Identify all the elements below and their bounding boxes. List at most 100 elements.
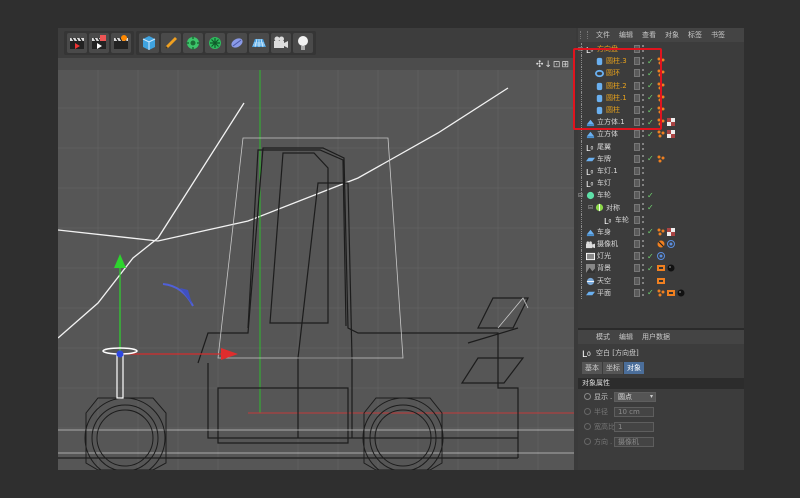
layer-toggle[interactable]	[634, 252, 640, 261]
visibility-dots[interactable]	[642, 69, 644, 77]
orange-tag-icon[interactable]	[657, 130, 665, 138]
material-tag-icon[interactable]	[657, 57, 665, 65]
material-tag-icon[interactable]	[657, 82, 665, 90]
layer-toggle[interactable]	[634, 276, 640, 285]
visibility-dots[interactable]	[642, 191, 644, 199]
layer-toggle[interactable]	[634, 142, 640, 151]
layer-toggle[interactable]	[634, 45, 640, 54]
layer-toggle[interactable]	[634, 179, 640, 188]
expand-toggle-icon[interactable]: ⊟	[578, 46, 583, 53]
visibility-dots[interactable]	[642, 105, 644, 114]
enabled-check-icon[interactable]: ✓	[647, 264, 654, 273]
floor-icon[interactable]	[249, 33, 269, 53]
enabled-check-icon[interactable]: ✓	[647, 81, 654, 90]
material-tag-icon[interactable]	[657, 69, 665, 77]
black-tag-icon[interactable]	[677, 289, 685, 297]
menu-edit[interactable]: 编辑	[619, 30, 633, 40]
layer-toggle[interactable]	[634, 81, 640, 90]
tree-row[interactable]: 摄像机	[578, 238, 744, 251]
enabled-check-icon[interactable]: ✓	[647, 227, 654, 236]
expand-toggle-icon[interactable]: ⊟	[578, 192, 583, 199]
layer-toggle[interactable]	[634, 215, 640, 224]
visibility-dots[interactable]	[642, 81, 644, 90]
layer-toggle[interactable]	[634, 227, 640, 236]
visibility-dots[interactable]	[642, 252, 644, 260]
visibility-dots[interactable]	[642, 45, 644, 53]
menu-bookmarks[interactable]: 书签	[711, 30, 725, 40]
tab-basic[interactable]: 基本	[582, 362, 602, 374]
tree-row[interactable]: 车牌 ✓	[578, 152, 744, 165]
tree-row[interactable]: 车身 ✓	[578, 225, 744, 238]
layer-toggle[interactable]	[634, 106, 640, 115]
deformer-icon[interactable]	[227, 33, 247, 53]
material-tag-icon[interactable]	[657, 106, 665, 114]
tree-row[interactable]: 立方体.1 ✓	[578, 116, 744, 129]
layer-toggle[interactable]	[634, 288, 640, 297]
enabled-check-icon[interactable]: ✓	[647, 118, 654, 127]
enabled-check-icon[interactable]: ✓	[647, 106, 654, 115]
orientation-animate-toggle[interactable]	[584, 438, 591, 445]
tree-row[interactable]: 圆柱.3 ✓	[578, 55, 744, 68]
panel-drag-handle[interactable]	[580, 31, 588, 39]
attr-menu-mode[interactable]: 模式	[596, 332, 610, 342]
layer-toggle[interactable]	[634, 240, 640, 249]
aspect-ratio-input[interactable]: 1	[614, 421, 654, 432]
tree-row[interactable]: 平面 ✓	[578, 286, 744, 299]
enabled-check-icon[interactable]: ✓	[647, 203, 654, 212]
cube-icon[interactable]	[139, 33, 159, 53]
tree-row[interactable]: 圆柱.1 ✓	[578, 91, 744, 104]
enabled-check-icon[interactable]: ✓	[647, 57, 654, 66]
visibility-dots[interactable]	[642, 240, 644, 248]
visibility-dots[interactable]	[642, 179, 644, 187]
menu-tags[interactable]: 标签	[688, 30, 702, 40]
visibility-dots[interactable]	[642, 130, 644, 138]
tree-row[interactable]: 圆柱.2 ✓	[578, 79, 744, 92]
orientation-dropdown[interactable]: 摄像机	[614, 436, 654, 447]
visibility-dots[interactable]	[642, 215, 644, 224]
layer-toggle[interactable]	[634, 57, 640, 66]
layer-toggle[interactable]	[634, 154, 640, 163]
orange-tag-icon[interactable]	[657, 155, 665, 163]
target-tag-icon[interactable]	[667, 240, 675, 248]
layer-toggle[interactable]	[634, 166, 640, 175]
tree-row[interactable]: 天空	[578, 274, 744, 287]
tree-row[interactable]: ⊟ 对称 ✓	[578, 201, 744, 214]
enabled-check-icon[interactable]: ✓	[647, 130, 654, 139]
orange-tag-icon[interactable]	[657, 228, 665, 236]
visibility-dots[interactable]	[642, 118, 644, 126]
menu-objects[interactable]: 对象	[665, 30, 679, 40]
camera-icon[interactable]	[271, 33, 291, 53]
visibility-dots[interactable]	[642, 142, 644, 151]
visibility-dots[interactable]	[642, 288, 644, 297]
render-settings-icon[interactable]	[111, 33, 131, 53]
layer-toggle[interactable]	[634, 264, 640, 273]
enabled-check-icon[interactable]: ✓	[647, 191, 654, 200]
tree-row[interactable]: L 0 车灯	[578, 177, 744, 190]
render-picture-viewer-icon[interactable]	[89, 33, 109, 53]
3d-viewport[interactable]: ✣↓⊡⊞	[58, 58, 574, 470]
tree-row[interactable]: ⊟ 车轮 ✓	[578, 189, 744, 202]
menu-file[interactable]: 文件	[596, 30, 610, 40]
tree-row[interactable]: 圆柱 ✓	[578, 103, 744, 117]
enabled-check-icon[interactable]: ✓	[647, 154, 654, 163]
tree-row[interactable]: 立方体 ✓	[578, 128, 744, 141]
visibility-dots[interactable]	[642, 93, 644, 102]
orangebox-tag-icon[interactable]	[657, 277, 665, 284]
layer-toggle[interactable]	[634, 93, 640, 102]
visibility-dots[interactable]	[642, 166, 644, 175]
expand-toggle-icon[interactable]: ⊟	[588, 204, 593, 211]
material-tag-icon[interactable]	[657, 94, 665, 102]
attr-menu-user-data[interactable]: 用户数据	[642, 332, 670, 342]
layer-toggle[interactable]	[634, 191, 640, 200]
orangebox-tag-icon[interactable]	[667, 289, 675, 296]
tab-coordinates[interactable]: 坐标	[603, 362, 623, 374]
light-icon[interactable]	[293, 33, 313, 53]
tree-row[interactable]: L 0 车轮	[578, 213, 744, 226]
tree-row[interactable]: 圆环 ✓	[578, 67, 744, 80]
radius-input[interactable]: 10 cm	[614, 406, 654, 417]
checker-tag-icon[interactable]	[667, 118, 675, 127]
layer-toggle[interactable]	[634, 130, 640, 139]
attr-menu-edit[interactable]: 编辑	[619, 332, 633, 342]
noentry-tag-icon[interactable]	[657, 240, 665, 248]
orange-tag-icon[interactable]	[657, 118, 665, 126]
